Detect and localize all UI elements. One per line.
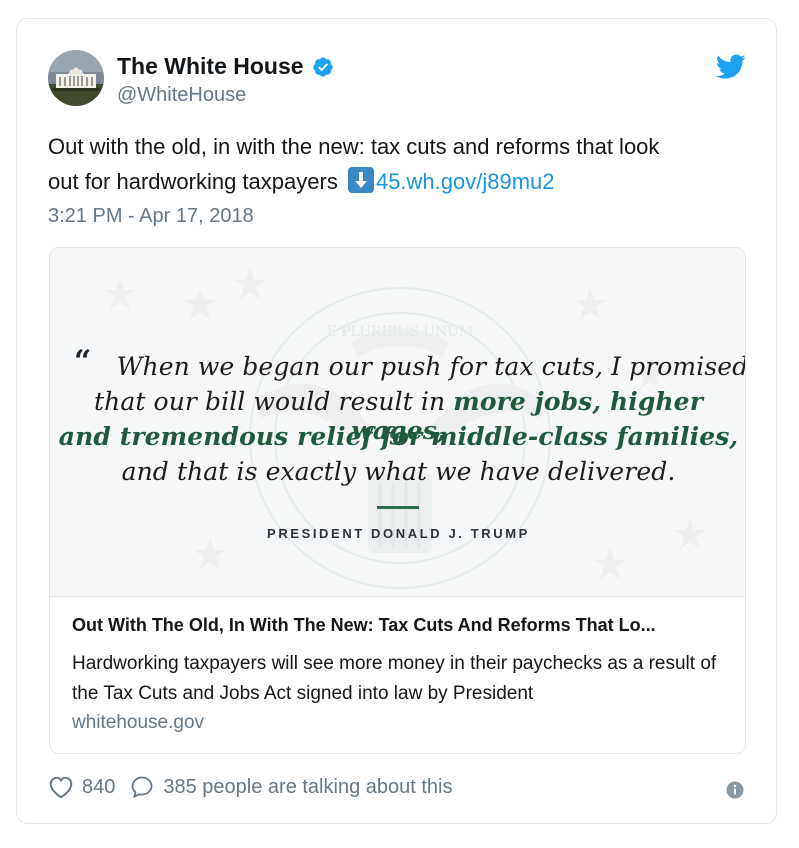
card-image[interactable]: E PLURIBUS UNUM “ When we began our push… — [50, 248, 746, 596]
tweet-timestamp[interactable]: 3:21 PM - Apr 17, 2018 — [48, 205, 254, 228]
info-icon[interactable] — [726, 781, 744, 799]
quote-graphic: “ When we began our push for tax cuts, I… — [50, 248, 746, 596]
tweet-text-line1: Out with the old, in with the new: tax c… — [48, 134, 660, 159]
tweet-embed: The White House @WhiteHouse Out with the… — [16, 18, 777, 824]
name-row: The White House — [117, 53, 334, 80]
quote-line-4: and that is exactly what we have deliver… — [121, 457, 676, 486]
heart-icon[interactable] — [48, 775, 74, 799]
tweet-actions: 840 385 people are talking about this — [48, 775, 452, 799]
quote-divider — [377, 506, 419, 509]
card-title[interactable]: Out With The Old, In With The New: Tax C… — [72, 615, 732, 636]
tweet-text-line2-row: out for hardworking taxpayers 45.wh.gov/… — [48, 164, 748, 199]
like-count: 840 — [82, 775, 116, 798]
tweet-text: Out with the old, in with the new: tax c… — [48, 129, 748, 199]
verified-badge-icon — [312, 56, 333, 77]
quote-attribution: PRESIDENT DONALD J. TRUMP — [267, 526, 530, 541]
card-description: Hardworking taxpayers will see more mone… — [72, 653, 717, 704]
avatar[interactable] — [48, 50, 104, 106]
handle[interactable]: @WhiteHouse — [117, 84, 246, 107]
card-domain: whitehouse.gov — [72, 712, 205, 733]
speech-bubble-icon[interactable] — [129, 775, 155, 799]
tweet-text-line2: out for hardworking taxpayers — [48, 169, 338, 194]
card-body[interactable]: Out With The Old, In With The New: Tax C… — [50, 596, 745, 753]
twitter-bird-icon[interactable] — [716, 54, 746, 80]
quote-highlight-2: and tremendous relief for middle-class f… — [58, 422, 739, 451]
conversation-text: 385 people are talking about this — [163, 775, 453, 798]
white-house-building-icon — [48, 50, 104, 106]
tweet-link[interactable]: 45.wh.gov/j89mu2 — [376, 169, 555, 194]
link-card[interactable]: E PLURIBUS UNUM “ When we began our push… — [49, 247, 746, 754]
conversation-action[interactable]: 385 people are talking about this — [129, 775, 452, 799]
quote-line-1: When we began our push for tax cuts, I p… — [116, 352, 746, 381]
quote-line-2-plain: that our bill would result in — [94, 387, 446, 416]
display-name[interactable]: The White House — [117, 53, 304, 80]
like-action[interactable]: 840 — [48, 775, 115, 799]
down-arrow-emoji-icon — [347, 167, 374, 193]
